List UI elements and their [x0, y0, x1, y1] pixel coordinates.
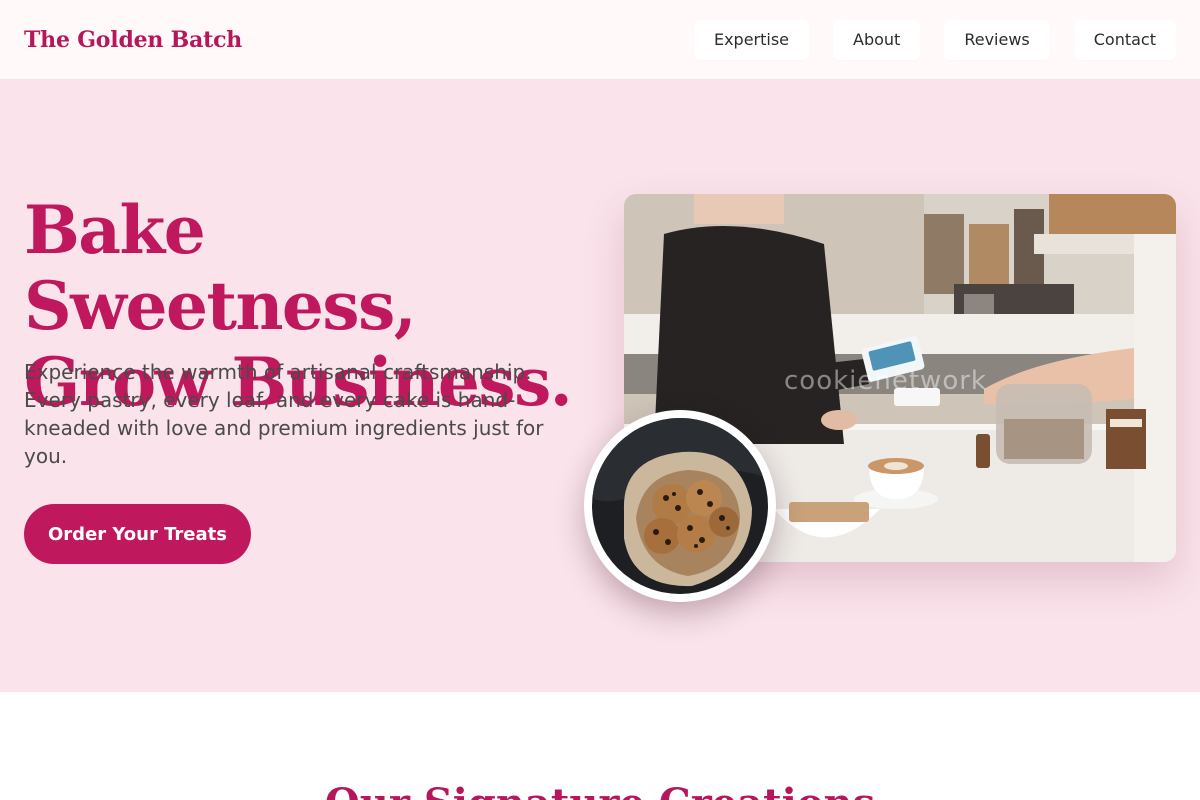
- cookies-basket-photo: [592, 418, 768, 594]
- cookies-photo-frame: [584, 410, 776, 602]
- hero-section: Bake Sweetness, Grow Business. Experienc…: [0, 80, 1200, 692]
- nav-item-expertise[interactable]: Expertise: [693, 19, 810, 60]
- nav-item-reviews[interactable]: Reviews: [944, 19, 1050, 60]
- hero-title-line-1: Bake Sweetness,: [24, 191, 417, 345]
- photo-watermark: cookienetwork: [784, 366, 987, 396]
- main-nav: Expertise About Reviews Contact: [693, 19, 1176, 60]
- nav-item-contact[interactable]: Contact: [1073, 19, 1176, 60]
- nav-item-about[interactable]: About: [833, 19, 921, 60]
- order-treats-button[interactable]: Order Your Treats: [24, 504, 251, 564]
- hero-description: Experience the warmth of artisanal craft…: [24, 360, 544, 468]
- site-header: The Golden Batch Expertise About Reviews…: [0, 0, 1200, 80]
- brand-logo[interactable]: The Golden Batch: [24, 27, 242, 53]
- signature-creations-title: Our Signature Creations: [0, 780, 1200, 800]
